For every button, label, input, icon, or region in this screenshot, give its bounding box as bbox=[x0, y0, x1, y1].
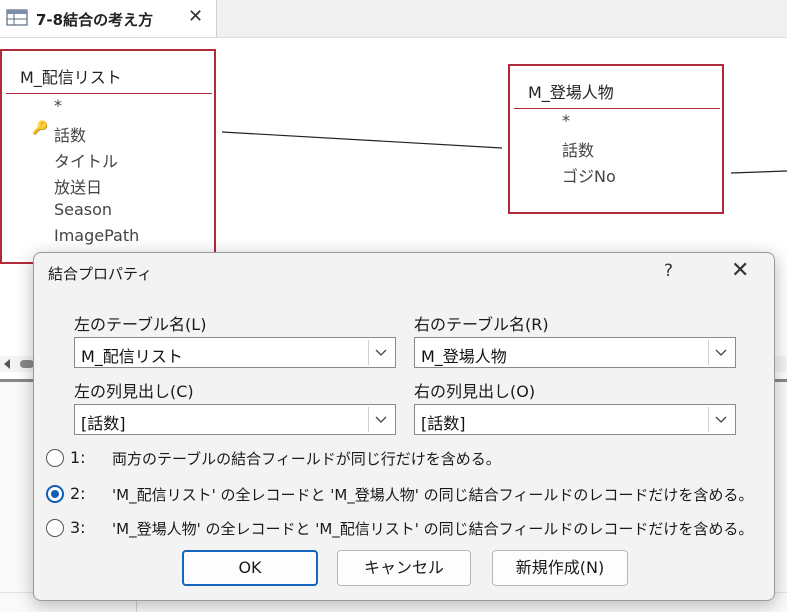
table-title: M_配信リスト bbox=[20, 68, 122, 87]
left-table-select[interactable]: M_配信リスト bbox=[74, 337, 396, 368]
left-column-select[interactable]: [話数] bbox=[74, 404, 396, 435]
right-column-label: 右の列見出し(O) bbox=[414, 382, 536, 401]
left-table-value: M_配信リスト bbox=[81, 347, 183, 366]
left-column-label: 左の列見出し(C) bbox=[74, 382, 194, 401]
join-option-2-radio[interactable] bbox=[46, 485, 64, 503]
new-join-button[interactable]: 新規作成(N) bbox=[492, 550, 628, 586]
document-tab-bar: 7-8結合の考え方 ✕ bbox=[0, 0, 787, 38]
chevron-down-icon[interactable] bbox=[708, 407, 733, 432]
join-option-1[interactable]: 1: 両方のテーブルの結合フィールドが同じ行だけを含める。 bbox=[46, 447, 766, 473]
primary-key-icon: 🔑 bbox=[32, 121, 49, 136]
cancel-button[interactable]: キャンセル bbox=[337, 550, 471, 586]
chevron-down-icon[interactable] bbox=[368, 340, 393, 365]
join-option-2[interactable]: 2: 'M_配信リスト' の全レコードと 'M_登場人物' の同じ結合フィールド… bbox=[46, 483, 766, 509]
table-m-haishin-list[interactable]: M_配信リスト * 🔑 話数 タイトル 放送日 Season ImagePath bbox=[0, 49, 216, 264]
field-item[interactable]: ImagePath bbox=[54, 226, 139, 245]
right-column-value: [話数] bbox=[421, 414, 466, 433]
join-option-text: 'M_配信リスト' の全レコードと 'M_登場人物' の同じ結合フィールドのレコ… bbox=[112, 486, 754, 504]
field-item[interactable]: 話数 bbox=[562, 137, 594, 161]
table-header-divider bbox=[514, 108, 720, 109]
table-m-toujou-jinbutsu[interactable]: M_登場人物 * 話数 ゴジNo bbox=[508, 64, 724, 214]
chevron-down-icon[interactable] bbox=[368, 407, 393, 432]
table-title: M_登場人物 bbox=[528, 83, 614, 102]
join-option-number: 1: bbox=[70, 448, 86, 467]
join-option-1-radio[interactable] bbox=[46, 449, 64, 467]
close-tab-icon[interactable]: ✕ bbox=[188, 6, 203, 27]
table-header-divider bbox=[6, 93, 212, 94]
left-column-value: [話数] bbox=[81, 414, 126, 433]
left-table-label: 左のテーブル名(L) bbox=[74, 315, 207, 334]
right-table-value: M_登場人物 bbox=[421, 347, 507, 366]
help-icon[interactable]: ? bbox=[664, 261, 673, 281]
join-option-text: 両方のテーブルの結合フィールドが同じ行だけを含める。 bbox=[112, 450, 501, 468]
ok-button[interactable]: OK bbox=[182, 550, 318, 586]
chevron-down-icon[interactable] bbox=[708, 340, 733, 365]
right-table-select[interactable]: M_登場人物 bbox=[414, 337, 736, 368]
join-option-3[interactable]: 3: 'M_登場人物' の全レコードと 'M_配信リスト' の同じ結合フィールド… bbox=[46, 517, 766, 543]
field-item[interactable]: 話数 bbox=[54, 122, 86, 146]
join-option-text: 'M_登場人物' の全レコードと 'M_配信リスト' の同じ結合フィールドのレコ… bbox=[112, 520, 754, 538]
field-item[interactable]: タイトル bbox=[54, 148, 118, 172]
tab-title: 7-8結合の考え方 bbox=[36, 11, 154, 29]
field-item[interactable]: Season bbox=[54, 200, 112, 219]
field-item[interactable]: 放送日 bbox=[54, 174, 102, 198]
right-table-label: 右のテーブル名(R) bbox=[414, 315, 549, 334]
join-properties-dialog: 結合プロパティ ? ✕ 左のテーブル名(L) M_配信リスト 右のテーブル名(R… bbox=[33, 252, 775, 601]
document-tab[interactable]: 7-8結合の考え方 ✕ bbox=[0, 0, 217, 37]
query-design-icon bbox=[6, 9, 28, 26]
join-option-number: 3: bbox=[70, 518, 86, 537]
right-column-select[interactable]: [話数] bbox=[414, 404, 736, 435]
join-option-3-radio[interactable] bbox=[46, 519, 64, 537]
join-line-right bbox=[730, 170, 787, 174]
field-item[interactable]: ゴジNo bbox=[562, 163, 616, 187]
field-item[interactable]: * bbox=[562, 111, 570, 130]
close-icon[interactable]: ✕ bbox=[731, 258, 749, 283]
field-item[interactable]: * bbox=[54, 96, 62, 115]
dialog-title: 結合プロパティ bbox=[48, 265, 153, 283]
join-line bbox=[221, 131, 503, 149]
join-option-number: 2: bbox=[70, 484, 86, 503]
